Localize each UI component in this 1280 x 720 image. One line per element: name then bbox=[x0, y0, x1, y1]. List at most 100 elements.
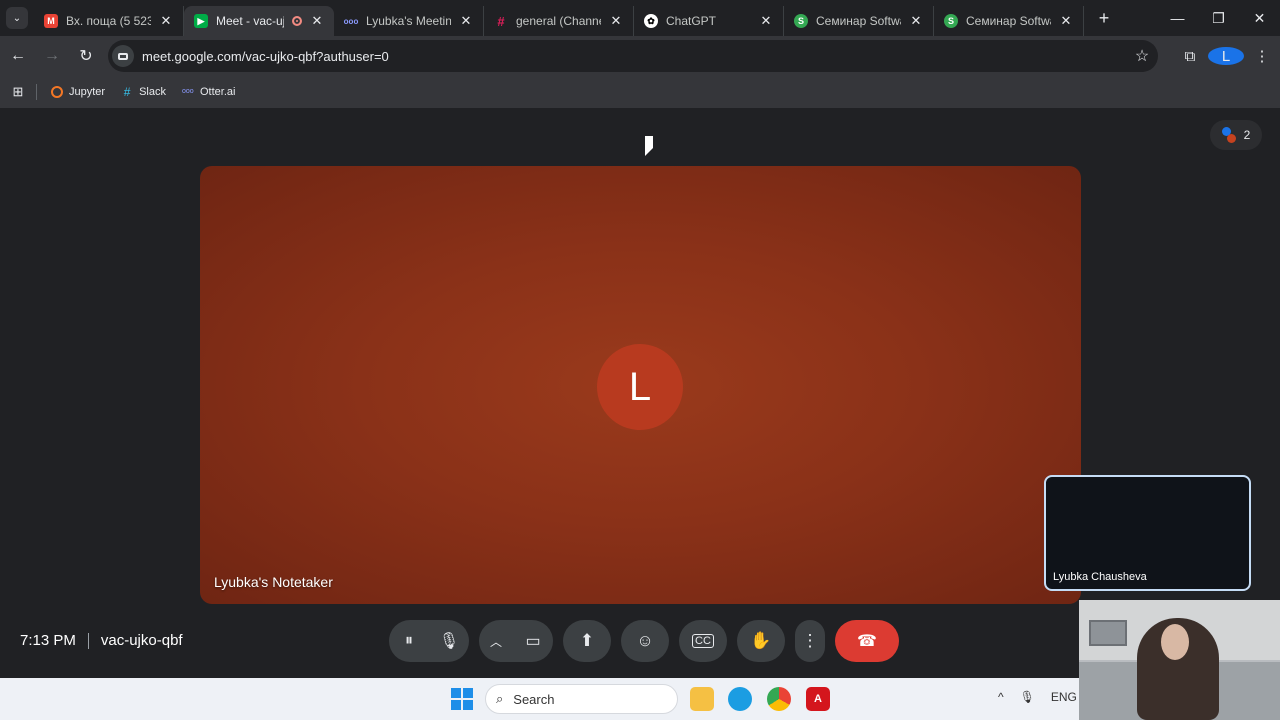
search-placeholder: Search bbox=[513, 691, 555, 707]
chevron-down-icon: ⌄ bbox=[12, 12, 22, 24]
tab-title: Семинар Softwar bbox=[816, 14, 901, 28]
hangup-icon: ☎ bbox=[857, 633, 877, 650]
hand-icon: ✋ bbox=[750, 631, 772, 650]
language-indicator[interactable]: ENG bbox=[1051, 690, 1077, 704]
microphone-icon[interactable]: 🎙 bbox=[1020, 690, 1035, 704]
meeting-time: 7:13 PM bbox=[20, 632, 76, 649]
reload-icon[interactable]: ↻ bbox=[70, 40, 102, 72]
webcam-overlay bbox=[1079, 600, 1280, 720]
s-icon: S bbox=[944, 14, 958, 28]
more-vert-icon: ⋮ bbox=[801, 631, 819, 650]
profile-button[interactable]: L bbox=[1208, 47, 1244, 65]
slack-icon: # bbox=[123, 85, 131, 99]
reactions-button[interactable]: ☺ bbox=[621, 620, 669, 662]
forward-icon[interactable]: → bbox=[36, 40, 68, 72]
bookmark-jupyter[interactable]: Jupyter bbox=[51, 86, 105, 98]
participant-name: Lyubka's Notetaker bbox=[214, 574, 333, 590]
tab-title: Семинар Softwar bbox=[966, 14, 1051, 28]
tab-title: general (Channel) bbox=[516, 14, 601, 28]
menu-kebab-icon[interactable]: ⋮ bbox=[1244, 47, 1280, 65]
bookmark-slack[interactable]: # Slack bbox=[121, 86, 166, 98]
meet-icon: ▶ bbox=[194, 14, 208, 28]
bookmark-label: Jupyter bbox=[69, 86, 106, 98]
close-icon[interactable]: ✕ bbox=[609, 13, 623, 29]
apps-grid-icon[interactable]: ⊞ bbox=[0, 84, 36, 100]
url-text[interactable]: meet.google.com/vac-ujko-qbf?authuser=0 bbox=[142, 49, 1128, 64]
divider bbox=[36, 84, 37, 100]
tab-slack-general[interactable]: # general (Channel) ✕ bbox=[484, 6, 634, 36]
microphone-control: ⏸ 🎙 bbox=[389, 620, 469, 662]
browser-toolbar: ← → ↻ meet.google.com/vac-ujko-qbf?authu… bbox=[0, 36, 1280, 76]
tab-meet[interactable]: ▶ Meet - vac-uj ✕ bbox=[184, 6, 334, 36]
site-info-icon[interactable] bbox=[112, 45, 134, 67]
main-participant-tile: L Lyubka's Notetaker bbox=[200, 166, 1081, 604]
new-tab-button[interactable]: + bbox=[1092, 8, 1116, 29]
chrome-icon[interactable] bbox=[767, 687, 791, 711]
participant-avatars bbox=[1221, 127, 1236, 143]
tab-title: ChatGPT bbox=[666, 14, 717, 28]
gmail-icon: M bbox=[44, 14, 58, 28]
captions-button[interactable]: CC bbox=[679, 620, 727, 662]
edge-icon[interactable] bbox=[728, 687, 752, 711]
back-icon[interactable]: ← bbox=[2, 40, 34, 72]
close-icon[interactable]: ✕ bbox=[759, 13, 773, 29]
mouse-cursor-icon bbox=[645, 136, 653, 156]
tab-search-button[interactable]: ⌄ bbox=[6, 7, 28, 29]
file-explorer-icon[interactable] bbox=[690, 687, 714, 711]
bookmark-label: Slack bbox=[139, 86, 166, 98]
system-tray: ^ 🎙 ENG bbox=[998, 690, 1077, 704]
call-controls: ⏸ 🎙 ︿ ▭ ⬆ ☺ CC ✋ ⋮ ☎ bbox=[389, 620, 899, 662]
self-view-tile[interactable]: Lyubka Chausheva bbox=[1044, 475, 1251, 591]
extensions-icon[interactable]: ⧉ bbox=[1172, 48, 1208, 65]
tab-title: Вх. поща (5 523) - bbox=[66, 14, 151, 28]
otter-icon: ooo bbox=[343, 16, 359, 26]
more-options-button[interactable]: ⋮ bbox=[795, 620, 825, 662]
microphone-icon[interactable]: 🎙 bbox=[429, 621, 469, 661]
tab-seminar-1[interactable]: S Семинар Softwar ✕ bbox=[784, 6, 934, 36]
meet-stage: 2 L Lyubka's Notetaker Lyubka Chausheva … bbox=[0, 108, 1280, 678]
participant-count: 2 bbox=[1243, 128, 1251, 142]
address-bar[interactable]: meet.google.com/vac-ujko-qbf?authuser=0 … bbox=[108, 40, 1158, 72]
participant-avatar: L bbox=[597, 344, 683, 430]
meeting-info: 7:13 PM vac-ujko-qbf bbox=[20, 632, 183, 649]
chatgpt-icon: ✿ bbox=[644, 14, 658, 28]
window-controls: — ❐ ✕ bbox=[1157, 0, 1280, 36]
tab-gmail[interactable]: M Вх. поща (5 523) - ✕ bbox=[34, 6, 184, 36]
participants-button[interactable]: 2 bbox=[1210, 120, 1262, 150]
webcam-whiteboard bbox=[1089, 620, 1127, 646]
close-icon[interactable]: ✕ bbox=[310, 13, 324, 29]
close-icon[interactable]: ✕ bbox=[459, 13, 473, 29]
otter-icon: ooo bbox=[181, 88, 194, 95]
camera-icon[interactable]: ▭ bbox=[513, 621, 553, 661]
taskbar-search[interactable]: ⌕ Search bbox=[485, 684, 678, 714]
chevron-up-icon[interactable]: ^ bbox=[998, 690, 1004, 704]
self-name: Lyubka Chausheva bbox=[1053, 571, 1147, 583]
captions-icon: CC bbox=[692, 634, 714, 648]
webcam-face bbox=[1161, 624, 1189, 660]
raise-hand-button[interactable]: ✋ bbox=[737, 620, 785, 662]
minimize-icon[interactable]: — bbox=[1157, 0, 1198, 36]
tab-title: Lyubka's Meeting bbox=[366, 14, 451, 28]
chevron-up-icon[interactable]: ︿ bbox=[479, 621, 513, 661]
bookmark-otter[interactable]: ooo Otter.ai bbox=[182, 86, 235, 98]
bookmark-star-icon[interactable]: ☆ bbox=[1128, 46, 1156, 66]
tab-strip: ⌄ M Вх. поща (5 523) - ✕ ▶ Meet - vac-uj… bbox=[0, 0, 1280, 36]
slack-icon: # bbox=[497, 13, 505, 29]
tab-chatgpt[interactable]: ✿ ChatGPT ✕ bbox=[634, 6, 784, 36]
emoji-icon: ☺ bbox=[636, 631, 654, 650]
search-icon: ⌕ bbox=[496, 691, 504, 706]
leave-call-button[interactable]: ☎ bbox=[835, 620, 899, 662]
jupyter-icon bbox=[51, 86, 63, 98]
close-icon[interactable]: ✕ bbox=[1059, 13, 1073, 29]
close-icon[interactable]: ✕ bbox=[159, 13, 173, 29]
tab-otter-meeting[interactable]: ooo Lyubka's Meeting ✕ bbox=[334, 6, 484, 36]
close-window-icon[interactable]: ✕ bbox=[1239, 0, 1280, 36]
present-screen-button[interactable]: ⬆ bbox=[563, 620, 611, 662]
tab-seminar-2[interactable]: S Семинар Softwar ✕ bbox=[934, 6, 1084, 36]
acrobat-icon[interactable]: A bbox=[806, 687, 830, 711]
s-icon: S bbox=[794, 14, 808, 28]
present-icon: ⬆ bbox=[579, 631, 595, 650]
restore-icon[interactable]: ❐ bbox=[1198, 0, 1239, 36]
windows-start-icon[interactable] bbox=[451, 688, 473, 710]
close-icon[interactable]: ✕ bbox=[909, 13, 923, 29]
